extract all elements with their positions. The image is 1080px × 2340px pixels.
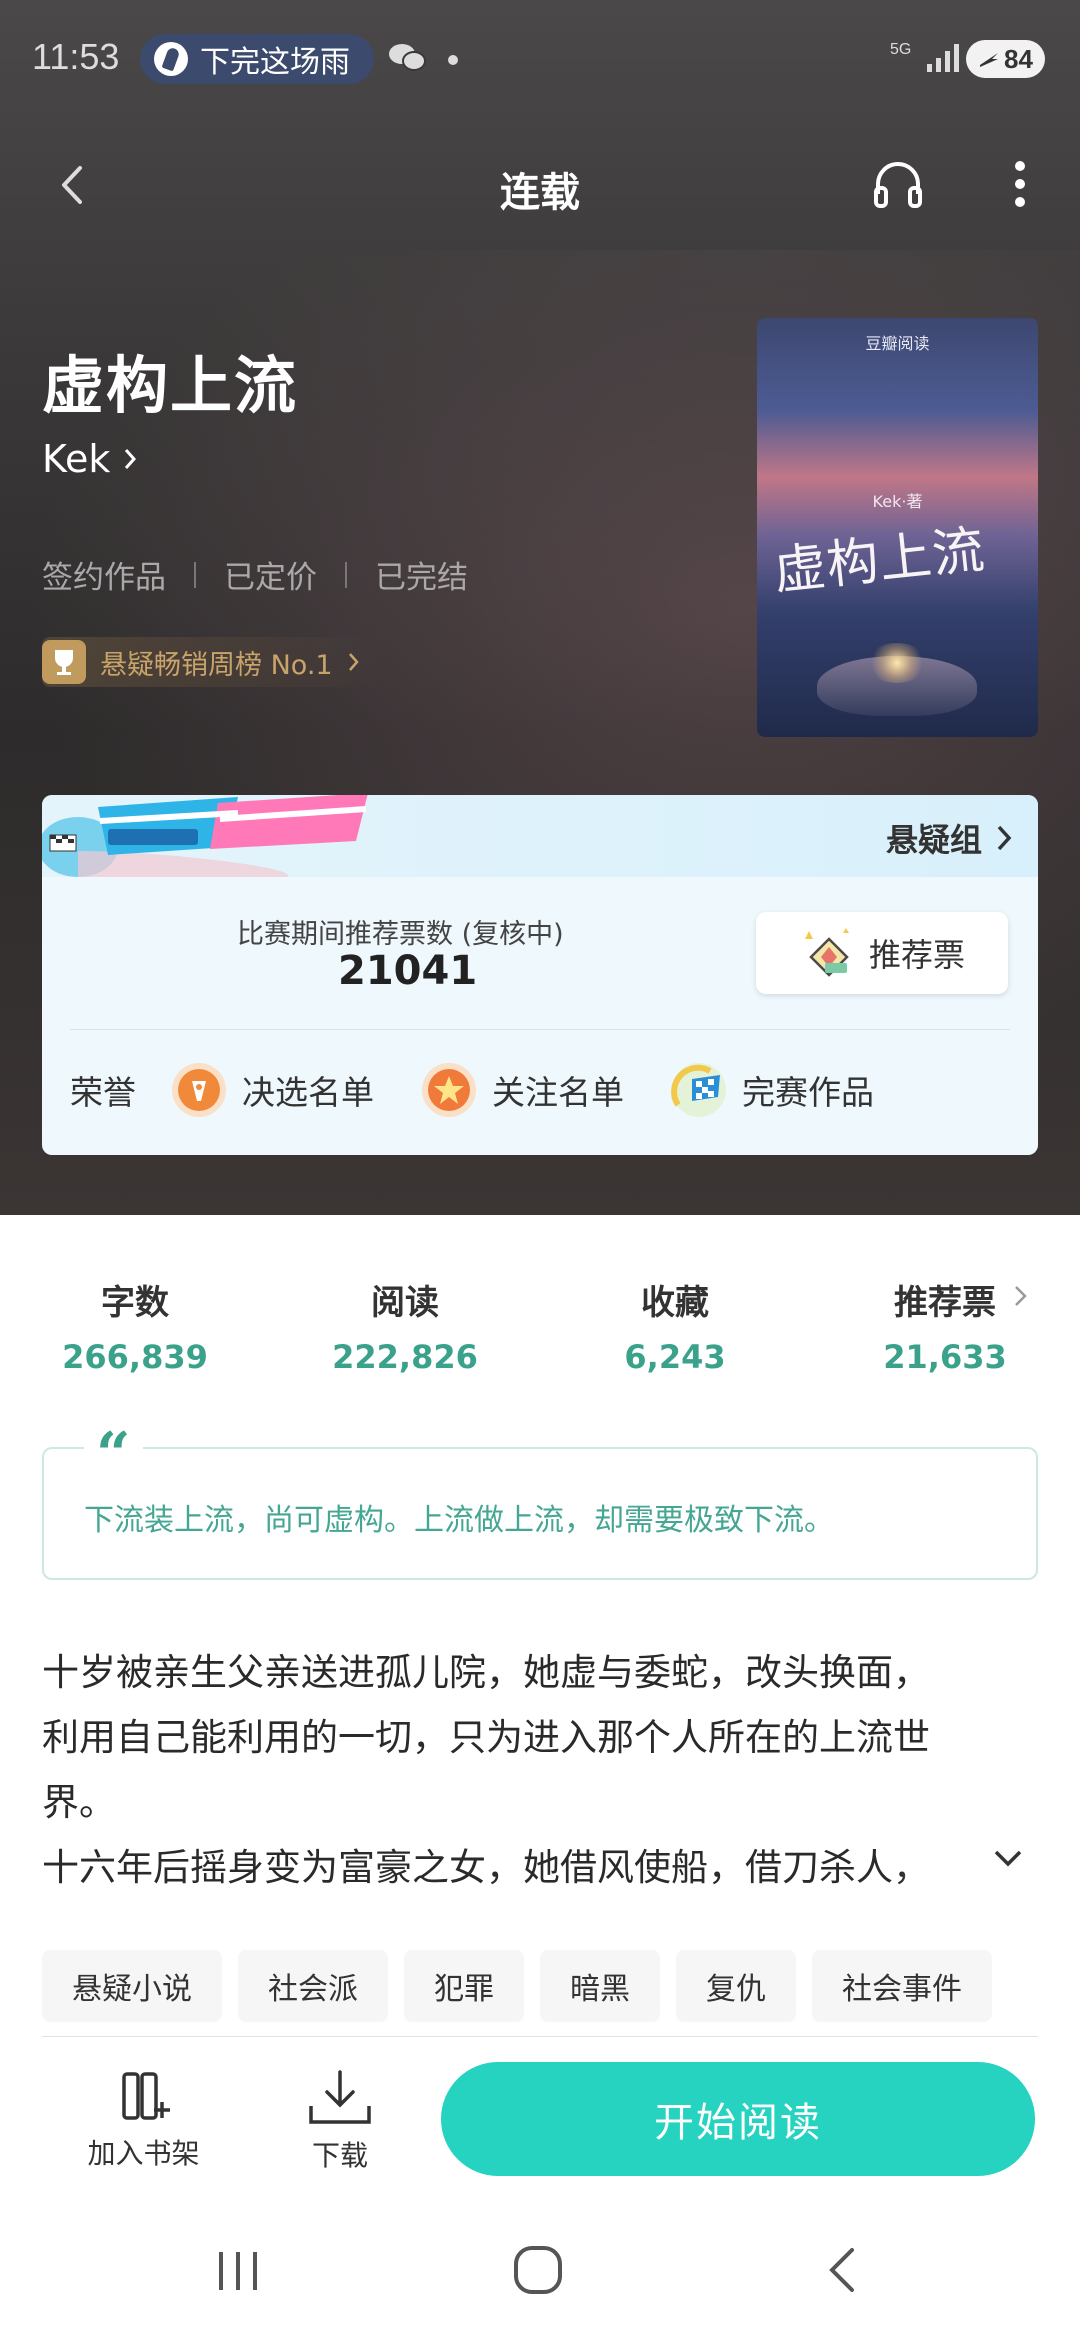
tag-item[interactable]: 社会事件 bbox=[812, 1950, 992, 2022]
stat-value: 222,826 bbox=[332, 1338, 478, 1376]
cover-brand: 豆瓣阅读 bbox=[865, 334, 930, 353]
recommend-ticket-label: 推荐票 bbox=[868, 936, 965, 974]
battery-indicator: 84 bbox=[966, 40, 1045, 78]
stat-label: 阅读 bbox=[371, 1283, 439, 1323]
download-icon bbox=[309, 2070, 371, 2124]
honor-completed[interactable]: 完赛作品 bbox=[670, 1061, 874, 1119]
music-app-icon bbox=[154, 42, 188, 76]
meta-priced: 已定价 bbox=[224, 560, 317, 596]
honor-watchlist-label: 关注名单 bbox=[492, 1073, 624, 1112]
tag-item[interactable]: 社会派 bbox=[238, 1950, 388, 2022]
wechat-icon bbox=[389, 44, 426, 71]
now-playing-text: 下完这场雨 bbox=[200, 45, 350, 80]
add-to-shelf-button[interactable]: 加入书架 bbox=[76, 2068, 211, 2172]
synopsis-line: 利用自己能利用的一切，只为进入那个人所在的上流世 bbox=[42, 1716, 930, 1759]
book-header: 11:53 下完这场雨 5G 84 连载 虚构上流 Kek 签约作品 已定价 已… bbox=[0, 0, 1080, 1215]
stat-value: 21,633 bbox=[883, 1338, 1007, 1376]
meta-divider bbox=[194, 561, 196, 588]
honors-label: 荣誉 bbox=[70, 1073, 136, 1112]
synopsis[interactable]: 十岁被亲生父亲送进孤儿院，她虚与委蛇，改头换面， 利用自己能利用的一切，只为进入… bbox=[42, 1640, 1032, 1900]
cover-title: 虚构上流 bbox=[771, 520, 989, 602]
honors-row: 荣誉 决选名单 关注名单 完赛作品 bbox=[70, 1060, 920, 1120]
stat-label: 收藏 bbox=[641, 1283, 709, 1323]
tag-item[interactable]: 暗黑 bbox=[540, 1950, 660, 2022]
author-name: Kek bbox=[42, 437, 111, 481]
star-medal-icon bbox=[422, 1063, 476, 1117]
stat-word-count: 字数 266,839 bbox=[35, 1275, 235, 1376]
notification-dot-icon bbox=[448, 55, 458, 65]
divider bbox=[42, 2036, 1038, 2037]
add-to-shelf-label: 加入书架 bbox=[87, 2137, 200, 2170]
status-time: 11:53 bbox=[32, 36, 120, 77]
cover-light-illustration bbox=[867, 643, 927, 683]
rank-badge[interactable]: 悬疑畅销周榜 No.1 bbox=[42, 637, 381, 687]
honor-finalist[interactable]: 决选名单 bbox=[170, 1061, 374, 1119]
system-nav-bar bbox=[0, 2230, 1080, 2310]
quote-text: 下流装上流，尚可虚构。上流做上流，却需要极致下流。 bbox=[84, 1503, 834, 1538]
book-meta: 签约作品 已定价 已完结 bbox=[42, 552, 468, 597]
vote-label: 比赛期间推荐票数 (复核中) bbox=[237, 919, 564, 950]
tag-item[interactable]: 犯罪 bbox=[404, 1950, 524, 2022]
quote-icon: “ bbox=[84, 1425, 143, 1485]
author-link[interactable]: Kek bbox=[42, 437, 140, 481]
checkered-flag-icon bbox=[671, 1063, 726, 1117]
contest-card: 悬疑组 比赛期间推荐票数 (复核中) 21041 推荐票 荣誉 决选名单 关注名… bbox=[42, 795, 1038, 1155]
tag-list: 悬疑小说 社会派 犯罪 暗黑 复仇 社会事件 bbox=[42, 1950, 992, 2022]
vote-count: 21041 bbox=[338, 948, 478, 994]
more-options-icon[interactable] bbox=[1000, 156, 1040, 212]
meta-divider bbox=[345, 561, 347, 588]
chevron-right-icon bbox=[997, 825, 1012, 851]
start-reading-button[interactable]: 开始阅读 bbox=[441, 2062, 1035, 2176]
cover-author: Kek·著 bbox=[872, 492, 923, 511]
battery-level: 84 bbox=[1004, 43, 1033, 74]
contest-logo bbox=[42, 795, 368, 877]
honor-watchlist[interactable]: 关注名单 bbox=[420, 1061, 624, 1119]
stats-row: 字数 266,839 阅读 222,826 收藏 6,243 推荐票 21,63… bbox=[0, 1275, 1080, 1385]
chevron-right-icon bbox=[348, 653, 359, 671]
download-label: 下载 bbox=[311, 2139, 368, 2172]
synopsis-line: 十六年后摇身变为富豪之女，她借风使船，借刀杀人， bbox=[42, 1846, 930, 1889]
synopsis-line: 十岁被亲生父亲送进孤儿院，她虚与委蛇，改头换面， bbox=[42, 1651, 930, 1694]
now-playing-pill[interactable]: 下完这场雨 bbox=[140, 34, 374, 84]
book-title: 虚构上流 bbox=[42, 349, 299, 422]
signal-icon bbox=[927, 44, 959, 72]
meta-completed: 已完结 bbox=[375, 560, 468, 596]
stat-reads: 阅读 222,826 bbox=[305, 1275, 505, 1376]
rank-text: 悬疑畅销周榜 No.1 bbox=[100, 649, 333, 681]
ticket-icon bbox=[804, 928, 849, 977]
stat-favorites: 收藏 6,243 bbox=[575, 1275, 775, 1376]
quote-box: “ 下流装上流，尚可虚构。上流做上流，却需要极致下流。 bbox=[42, 1425, 1038, 1580]
divider bbox=[70, 1029, 1010, 1030]
honor-completed-label: 完赛作品 bbox=[742, 1073, 874, 1112]
pen-medal-icon bbox=[172, 1063, 226, 1117]
synopsis-line: 界。 bbox=[42, 1781, 116, 1824]
stat-label: 字数 bbox=[101, 1283, 169, 1323]
contest-group-name: 悬疑组 bbox=[885, 821, 982, 859]
recommend-ticket-button[interactable]: 推荐票 bbox=[756, 912, 1008, 994]
honor-finalist-label: 决选名单 bbox=[242, 1073, 374, 1112]
contest-group-link[interactable]: 悬疑组 bbox=[886, 815, 1014, 861]
meta-signed: 签约作品 bbox=[42, 560, 166, 596]
headphones-icon[interactable] bbox=[870, 156, 926, 212]
download-button[interactable]: 下载 bbox=[290, 2068, 390, 2174]
chevron-down-icon[interactable] bbox=[990, 1845, 1026, 1871]
system-back-icon[interactable] bbox=[822, 2244, 862, 2296]
trophy-icon bbox=[42, 640, 86, 684]
top-nav: 连载 bbox=[0, 140, 1080, 230]
home-icon[interactable] bbox=[512, 2244, 564, 2296]
chevron-right-icon bbox=[1015, 1286, 1027, 1306]
bookshelf-add-icon bbox=[121, 2072, 170, 2120]
chevron-right-icon bbox=[125, 449, 137, 469]
recent-apps-icon[interactable] bbox=[213, 2250, 263, 2292]
network-type: 5G bbox=[890, 41, 912, 58]
charging-icon bbox=[980, 53, 998, 67]
stat-value: 6,243 bbox=[624, 1338, 726, 1376]
stat-value: 266,839 bbox=[62, 1338, 208, 1376]
status-bar: 11:53 下完这场雨 5G 84 bbox=[0, 30, 1080, 96]
tag-item[interactable]: 悬疑小说 bbox=[42, 1950, 222, 2022]
book-cover[interactable]: 豆瓣阅读 Kek·著 虚构上流 bbox=[757, 318, 1038, 737]
tag-item[interactable]: 复仇 bbox=[676, 1950, 796, 2022]
